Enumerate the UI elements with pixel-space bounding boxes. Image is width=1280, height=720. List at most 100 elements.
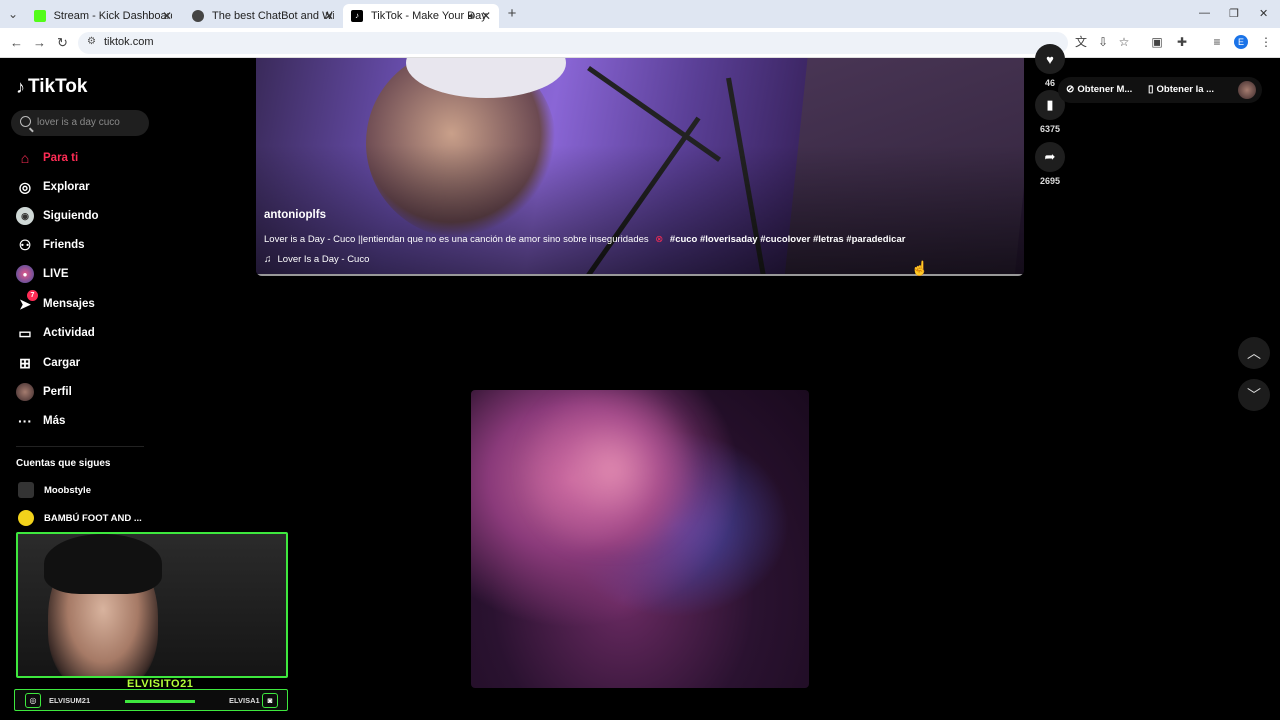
- mouse-cursor-icon: ☝: [911, 260, 929, 276]
- site-info-icon[interactable]: ⚙: [87, 36, 96, 47]
- tiktok-favicon-icon: ♪: [351, 10, 363, 22]
- tab-kick-dashboard[interactable]: Stream - Kick Dashboard ✕: [26, 4, 180, 28]
- tab-chatbot[interactable]: The best ChatBot and Widgets ✕: [184, 4, 342, 28]
- close-tab-icon[interactable]: ✕: [324, 9, 334, 23]
- tab-tiktok[interactable]: ♪ TikTok - Make Your Day 🔊︎ ✕: [343, 4, 499, 28]
- sidebar-item-cargar[interactable]: ⊞ Cargar: [16, 352, 80, 374]
- scroll-up-button[interactable]: ︿: [1238, 337, 1270, 369]
- profile-icon: [16, 383, 34, 401]
- app-icon: ⊘: [1066, 84, 1075, 95]
- shares-count: 2695: [1039, 176, 1061, 186]
- forward-icon[interactable]: →: [33, 35, 46, 50]
- chevron-down-icon: ﹀: [1247, 387, 1261, 403]
- search-input[interactable]: lover is a day cuco: [11, 110, 149, 136]
- sidebar-divider: [16, 446, 144, 447]
- close-tab-icon[interactable]: ✕: [481, 9, 491, 23]
- sidebar-item-label: Cargar: [43, 357, 81, 369]
- kick-favicon-icon: [34, 10, 46, 22]
- address-bar-row: ← → ↻ ⚙ tiktok.com 文 ⇩ ☆ ▣ ✚ ≡ E ⋮: [0, 28, 1280, 58]
- share-action[interactable]: ➦ 2695: [1034, 142, 1066, 186]
- saves-count: 6375: [1039, 124, 1061, 134]
- get-app-button[interactable]: ⊘ Obtener M...: [1066, 84, 1132, 95]
- webcam-socials-bar: ◎ ELVISUM21 ELVISA1 ◙: [14, 689, 288, 711]
- share-icon[interactable]: ➦: [1035, 142, 1065, 172]
- close-window-icon[interactable]: ✕: [1259, 7, 1268, 20]
- sidebar-item-para-ti[interactable]: ⌂ Para ti: [16, 147, 78, 169]
- search-placeholder: lover is a day cuco: [37, 117, 120, 128]
- restore-icon[interactable]: ❐: [1229, 7, 1239, 20]
- get-mobile-app-button[interactable]: ▯ Obtener la ...: [1148, 84, 1214, 95]
- sidebar-item-label: Para ti: [43, 152, 79, 164]
- tiktok-note-icon: ♪: [16, 76, 25, 97]
- avatar: [18, 510, 34, 526]
- webcam-accent-bar: [125, 700, 195, 703]
- sidebar-item-mensajes[interactable]: ➤ 7 Mensajes: [16, 290, 95, 315]
- instagram-handle: ELVISUM21: [49, 696, 91, 705]
- sidebar-item-siguiendo[interactable]: ◉ Siguiendo: [16, 205, 99, 227]
- sidebar-item-label: Actividad: [43, 327, 95, 339]
- sidebar-item-mas[interactable]: ··· Más: [16, 410, 65, 432]
- sidebar-item-label: Siguiendo: [43, 210, 99, 222]
- following-account[interactable]: BAMBÚ FOOT AND ...: [18, 510, 142, 526]
- minimize-icon[interactable]: —: [1199, 7, 1210, 19]
- video-hashtags[interactable]: #cuco #loverisaday #cucolover #letras #p…: [670, 234, 906, 245]
- upload-icon: ⊞: [19, 354, 31, 371]
- webcam-frame: [16, 532, 288, 678]
- message-badge: 7: [27, 290, 38, 301]
- following-account[interactable]: Moobstyle: [18, 482, 91, 498]
- video-frame-blur: [511, 390, 711, 550]
- extension-icon[interactable]: ▣: [1150, 35, 1164, 49]
- video-progress-bar[interactable]: [256, 274, 1024, 276]
- puzzle-icon[interactable]: ✚: [1175, 35, 1189, 49]
- tab-label: Stream - Kick Dashboard: [53, 10, 172, 22]
- video-player[interactable]: antonioplfs Lover is a Day - Cuco ||enti…: [256, 58, 1024, 276]
- description-text: Lover is a Day - Cuco ||entiendan que no…: [264, 234, 649, 245]
- user-avatar[interactable]: [1238, 81, 1256, 99]
- get-app-label: Obtener M...: [1077, 84, 1133, 95]
- sidebar-item-friends[interactable]: ⚇ Friends: [16, 234, 85, 256]
- bookmark-star-icon[interactable]: ☆: [1117, 35, 1131, 49]
- tiktok-logo[interactable]: ♪ TikTok: [16, 76, 87, 98]
- sidebar-item-live[interactable]: ● LIVE: [16, 263, 69, 285]
- instagram-icon: ◎: [25, 693, 41, 708]
- chevron-up-icon: ︿: [1247, 345, 1261, 361]
- github-favicon-icon: [192, 10, 204, 22]
- video-username[interactable]: antonioplfs: [264, 209, 326, 221]
- streamer-webcam-overlay: ELVISITO21 ◎ ELVISUM21 ELVISA1 ◙: [14, 532, 288, 712]
- install-icon[interactable]: ⇩: [1096, 35, 1110, 49]
- kebab-menu-icon[interactable]: ⋮: [1259, 35, 1273, 49]
- sidebar-item-label: Perfil: [43, 386, 72, 398]
- url-box[interactable]: ⚙ tiktok.com: [78, 32, 1068, 54]
- music-title: Lover Is a Day - Cuco: [277, 254, 370, 265]
- sidebar-item-label: Explorar: [43, 181, 90, 193]
- messages-icon: ➤ 7: [16, 290, 38, 313]
- next-video-player[interactable]: [471, 390, 809, 688]
- sidebar-item-label: Mensajes: [43, 298, 95, 310]
- account-name: Moobstyle: [44, 484, 91, 496]
- speaker-icon[interactable]: 🔊︎: [469, 11, 475, 22]
- sidebar-item-explorar[interactable]: ◎ Explorar: [16, 176, 90, 198]
- friends-icon: ⚇: [18, 236, 32, 253]
- compass-icon: ◎: [18, 178, 32, 195]
- back-icon[interactable]: ←: [10, 35, 23, 50]
- get-app-bar: ⊘ Obtener M... ▯ Obtener la ...: [1058, 77, 1262, 103]
- new-tab-button[interactable]: +: [505, 6, 519, 21]
- sidebar-item-perfil[interactable]: Perfil: [16, 381, 72, 403]
- video-music[interactable]: ♫ Lover Is a Day - Cuco: [264, 254, 369, 265]
- following-section-title: Cuentas que sigues: [16, 458, 111, 469]
- sidebar-item-actividad[interactable]: ▭ Actividad: [16, 322, 95, 344]
- home-icon: ⌂: [20, 150, 30, 166]
- webcam-hair: [44, 534, 162, 594]
- account-name: BAMBÚ FOOT AND ...: [44, 512, 142, 524]
- profile-avatar[interactable]: E: [1234, 35, 1248, 49]
- scroll-down-button[interactable]: ﹀: [1238, 379, 1270, 411]
- discord-handle: ELVISA1: [229, 696, 260, 705]
- reload-icon[interactable]: ↻: [57, 35, 68, 51]
- close-tab-icon[interactable]: ✕: [162, 9, 172, 23]
- emoji-icon: ⊗: [655, 234, 664, 245]
- translate-icon[interactable]: 文: [1074, 35, 1088, 49]
- media-icon[interactable]: ≡: [1210, 35, 1224, 49]
- avatar: [18, 482, 34, 498]
- tab-search-icon[interactable]: ⌄: [6, 7, 20, 21]
- heart-icon[interactable]: ♥: [1035, 44, 1065, 74]
